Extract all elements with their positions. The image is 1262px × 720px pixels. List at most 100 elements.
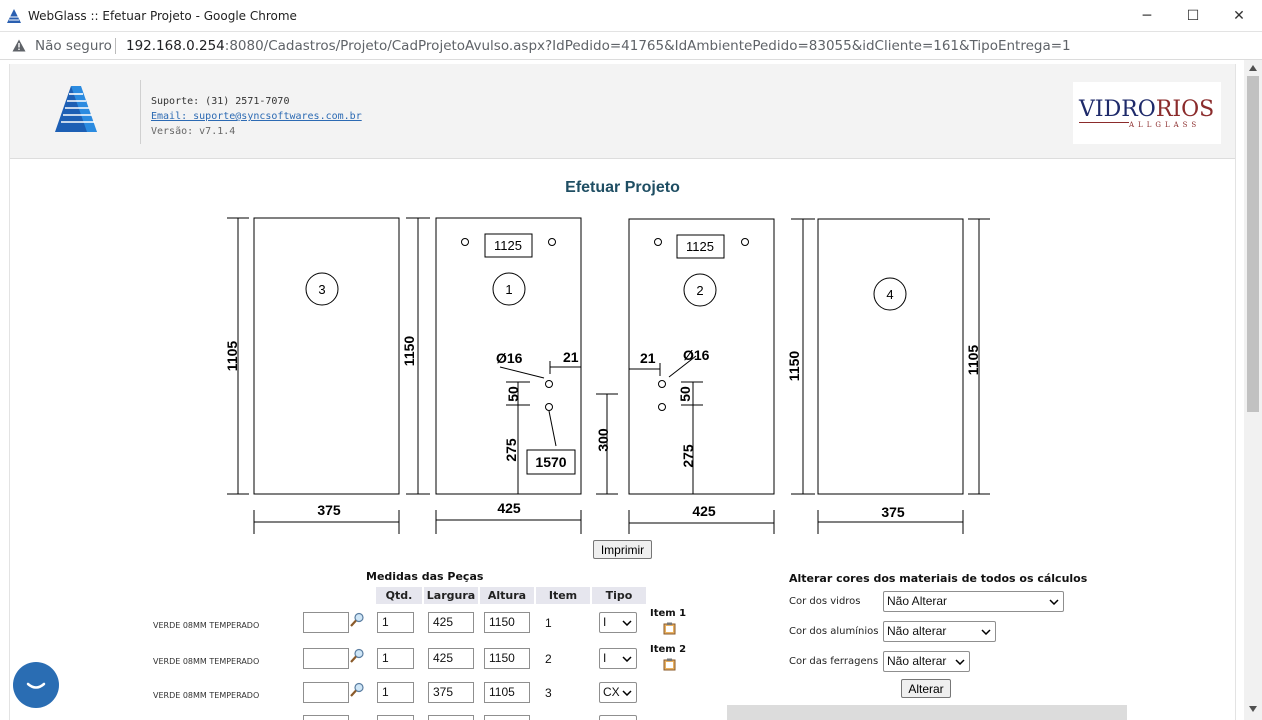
row-4-qty-input[interactable] bbox=[377, 715, 414, 720]
window-title: WebGlass :: Efetuar Projeto - Google Chr… bbox=[28, 9, 297, 23]
panel-4-width: 375 bbox=[881, 504, 905, 520]
row-4-type-select[interactable] bbox=[599, 715, 637, 720]
window-titlebar: WebGlass :: Efetuar Projeto - Google Chr… bbox=[0, 0, 1262, 32]
row-2-qty-input[interactable]: 1 bbox=[377, 648, 414, 669]
row-1-material: VERDE 08MM TEMPERADO bbox=[153, 621, 260, 630]
address-bar[interactable]: Não seguro 192.168.0.254:8080/Cadastros/… bbox=[0, 32, 1262, 60]
warning-icon bbox=[12, 39, 26, 52]
panel-1-hole-height: 275 bbox=[503, 438, 519, 462]
search-icon[interactable] bbox=[349, 648, 365, 664]
apply-colors-button[interactable]: Alterar bbox=[901, 679, 951, 698]
glass-color-select[interactable]: Não Alterar bbox=[883, 591, 1064, 612]
project-drawing: 3 1 2 4 375 425 425 375 1105 1150 1150 1… bbox=[224, 217, 990, 534]
row-4-height-input[interactable] bbox=[484, 715, 530, 720]
search-icon[interactable] bbox=[349, 682, 365, 698]
row-3-height-input[interactable]: 1105 bbox=[484, 682, 530, 703]
security-status[interactable]: Não seguro bbox=[35, 38, 112, 54]
clipboard-icon[interactable] bbox=[663, 658, 676, 671]
glass-color-value: Não Alterar bbox=[887, 594, 948, 608]
panel-1-mid-label: 1570 bbox=[535, 454, 566, 470]
panel-2-number: 2 bbox=[696, 283, 703, 298]
scroll-down-icon[interactable] bbox=[1249, 706, 1257, 712]
row-2-item: 2 bbox=[545, 652, 552, 666]
chat-widget-button[interactable] bbox=[13, 662, 59, 708]
panel-2-hole-spacing: 50 bbox=[677, 386, 693, 402]
webglass-app-icon bbox=[7, 9, 21, 23]
row-2-height-input[interactable]: 1150 bbox=[484, 648, 530, 669]
aluminum-color-value: Não alterar bbox=[887, 624, 947, 638]
col-header-item: Item bbox=[536, 587, 590, 604]
row-3-item: 3 bbox=[545, 686, 552, 700]
scroll-up-icon[interactable] bbox=[1249, 65, 1257, 71]
url-path: :8080/Cadastros/Projeto/CadProjetoAvulso… bbox=[224, 38, 1071, 54]
row-3-width-input[interactable]: 375 bbox=[428, 682, 474, 703]
row-3-type-select[interactable]: CX bbox=[599, 682, 637, 703]
panel-4-number: 4 bbox=[886, 287, 893, 302]
clipboard-icon[interactable] bbox=[663, 622, 676, 635]
chevron-down-icon bbox=[622, 656, 632, 662]
panel-2-height: 1150 bbox=[786, 351, 802, 382]
panel-2-width: 425 bbox=[692, 503, 716, 519]
minimize-icon: ─ bbox=[1142, 8, 1152, 24]
panel-1-top-label: 1125 bbox=[494, 238, 522, 253]
pieces-title: Medidas das Peças bbox=[366, 570, 484, 583]
panel-3-width: 375 bbox=[317, 502, 341, 518]
scrollbar-thumb[interactable] bbox=[1247, 76, 1259, 412]
panel-1-hole-offset: 21 bbox=[563, 349, 579, 365]
close-icon: ✕ bbox=[1233, 8, 1245, 24]
row-2-search-input[interactable] bbox=[303, 648, 349, 669]
row-1-item-label: Item 1 bbox=[650, 608, 687, 619]
hardware-color-value: Não alterar bbox=[887, 654, 947, 668]
vertical-scrollbar[interactable] bbox=[1244, 60, 1262, 720]
panel-1-hole-spacing: 50 bbox=[505, 386, 521, 402]
row-4-width-input[interactable] bbox=[428, 715, 474, 720]
panel-2-hole-diameter: Ø16 bbox=[683, 347, 710, 363]
row-1-search-input[interactable] bbox=[303, 612, 349, 633]
panel-2-top-label: 1125 bbox=[686, 239, 714, 254]
col-header-qty: Qtd. bbox=[376, 587, 422, 604]
panel-3-height: 1105 bbox=[224, 341, 240, 372]
row-2-type-select[interactable]: I bbox=[599, 648, 637, 669]
chat-icon bbox=[26, 682, 46, 689]
row-4-search-input[interactable] bbox=[303, 715, 349, 720]
chevron-down-icon bbox=[622, 690, 632, 696]
panel-2-hole-height: 275 bbox=[680, 444, 696, 468]
search-icon[interactable] bbox=[349, 612, 365, 628]
maximize-button[interactable]: ☐ bbox=[1170, 0, 1216, 32]
aluminum-color-label: Cor dos alumínios bbox=[789, 626, 879, 637]
row-2-type-value: I bbox=[603, 651, 607, 665]
print-button[interactable]: Imprimir bbox=[593, 540, 652, 559]
panel-2-hole-offset: 21 bbox=[640, 350, 656, 366]
row-3-search-input[interactable] bbox=[303, 682, 349, 703]
panel-1-height: 1150 bbox=[401, 336, 417, 367]
hardware-color-select[interactable]: Não alterar bbox=[883, 651, 970, 672]
row-2-width-input[interactable]: 425 bbox=[428, 648, 474, 669]
row-1-qty-input[interactable]: 1 bbox=[377, 612, 414, 633]
panel-3-number: 3 bbox=[318, 282, 325, 297]
url-host: 192.168.0.254 bbox=[126, 38, 225, 54]
colors-title: Alterar cores dos materiais de todos os … bbox=[789, 572, 1088, 585]
row-1-type-value: I bbox=[603, 615, 607, 629]
chevron-down-icon bbox=[981, 629, 991, 635]
row-3-material: VERDE 08MM TEMPERADO bbox=[153, 691, 260, 700]
panel-1-number: 1 bbox=[505, 282, 512, 297]
close-button[interactable]: ✕ bbox=[1216, 0, 1262, 32]
chevron-down-icon bbox=[955, 659, 965, 665]
panel-4-height: 1105 bbox=[965, 345, 981, 376]
minimize-button[interactable]: ─ bbox=[1124, 0, 1170, 32]
row-1-item: 1 bbox=[545, 616, 552, 630]
results-grid-header bbox=[727, 705, 1127, 720]
panel-1-width: 425 bbox=[497, 500, 521, 516]
chevron-down-icon bbox=[1049, 599, 1059, 605]
row-1-height-input[interactable]: 1150 bbox=[484, 612, 530, 633]
aluminum-color-select[interactable]: Não alterar bbox=[883, 621, 996, 642]
col-header-type: Tipo bbox=[592, 587, 646, 604]
row-3-qty-input[interactable]: 1 bbox=[377, 682, 414, 703]
glass-color-label: Cor dos vidros bbox=[789, 596, 861, 607]
url-text[interactable]: 192.168.0.254:8080/Cadastros/Projeto/Cad… bbox=[126, 38, 1071, 54]
address-separator bbox=[115, 38, 116, 54]
row-2-material: VERDE 08MM TEMPERADO bbox=[153, 657, 260, 666]
panel-4-outline bbox=[817, 218, 964, 495]
row-1-width-input[interactable]: 425 bbox=[428, 612, 474, 633]
row-1-type-select[interactable]: I bbox=[599, 612, 637, 633]
